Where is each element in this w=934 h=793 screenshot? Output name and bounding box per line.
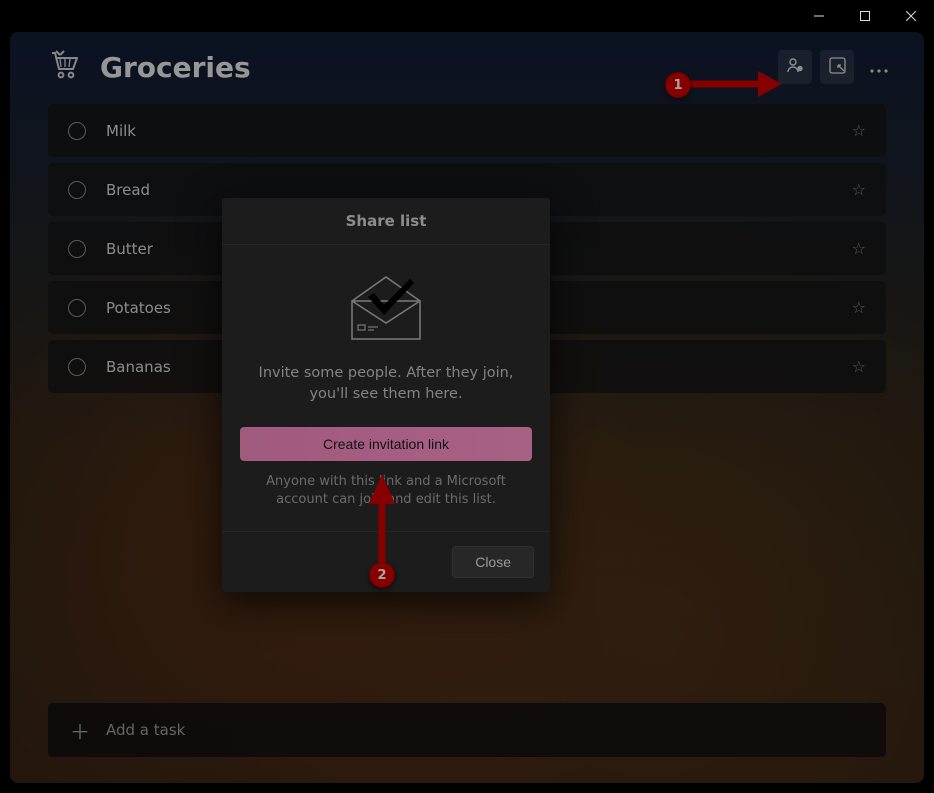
star-icon[interactable]: ☆ <box>852 180 866 199</box>
plus-icon: ＋ <box>70 716 90 745</box>
task-checkbox[interactable] <box>68 122 86 140</box>
star-icon[interactable]: ☆ <box>852 298 866 317</box>
invite-text: Invite some people. After they join, you… <box>240 363 532 405</box>
task-checkbox[interactable] <box>68 240 86 258</box>
more-options-button[interactable] <box>862 50 896 84</box>
share-button[interactable] <box>778 50 812 84</box>
envelope-check-icon <box>240 271 532 343</box>
task-checkbox[interactable] <box>68 358 86 376</box>
content-area: Groceries <box>10 32 924 783</box>
window-minimize-button[interactable] <box>796 0 842 32</box>
more-options-icon <box>870 58 888 77</box>
task-checkbox[interactable] <box>68 299 86 317</box>
close-button[interactable]: Close <box>452 546 534 578</box>
share-list-dialog: Share list Invite some people. After the… <box>222 198 550 592</box>
star-icon[interactable]: ☆ <box>852 121 866 140</box>
title-bar <box>0 0 934 32</box>
app-window: Groceries <box>0 0 934 793</box>
dialog-title: Share list <box>222 198 550 245</box>
star-icon[interactable]: ☆ <box>852 357 866 376</box>
dialog-body: Invite some people. After they join, you… <box>222 245 550 532</box>
create-invitation-link-button[interactable]: Create invitation link <box>240 427 532 461</box>
header-actions <box>778 50 896 84</box>
add-task-placeholder: Add a task <box>106 721 185 739</box>
annotation-badge-1: 1 <box>665 72 691 98</box>
annotation-badge-2: 2 <box>369 562 395 588</box>
window-close-button[interactable] <box>888 0 934 32</box>
task-checkbox[interactable] <box>68 181 86 199</box>
add-task-bar[interactable]: ＋ Add a task <box>48 703 886 757</box>
task-label: Milk <box>106 122 852 140</box>
dialog-sub-text: Anyone with this link and a Microsoft ac… <box>240 473 532 509</box>
share-icon <box>786 56 804 78</box>
cart-icon <box>50 50 82 84</box>
list-header: Groceries <box>10 32 924 94</box>
task-label: Bread <box>106 181 852 199</box>
window-maximize-button[interactable] <box>842 0 888 32</box>
focus-view-icon <box>829 57 846 78</box>
star-icon[interactable]: ☆ <box>852 239 866 258</box>
task-row[interactable]: Milk ☆ <box>48 104 886 157</box>
focus-view-button[interactable] <box>820 50 854 84</box>
